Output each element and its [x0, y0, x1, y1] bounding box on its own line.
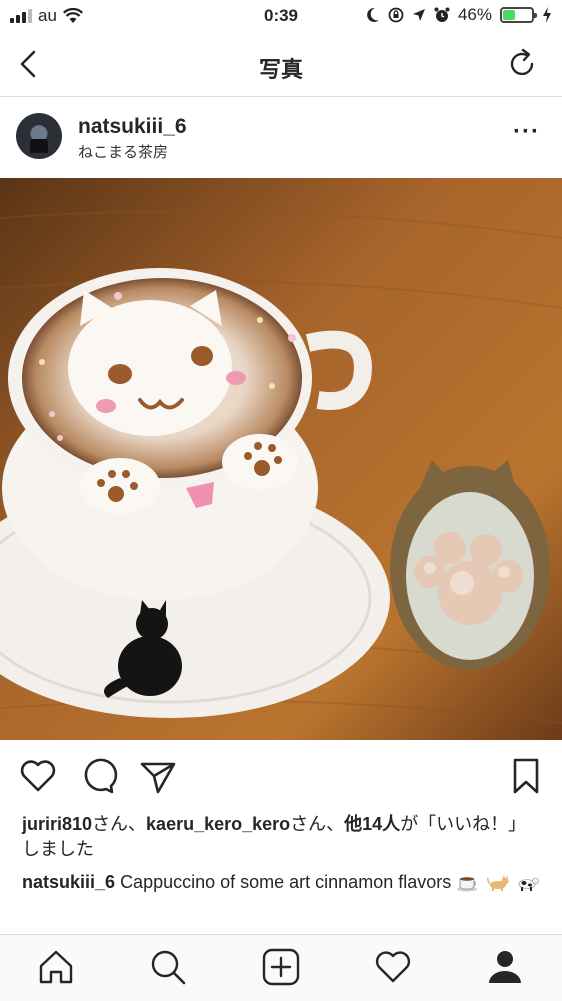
tab-bar — [0, 934, 562, 1001]
activity-heart-icon[interactable] — [373, 947, 413, 987]
location-icon — [412, 9, 425, 21]
page-title: 写真 — [258, 57, 303, 82]
alarm-icon — [434, 7, 450, 22]
likes-others[interactable]: 他14人 — [344, 814, 400, 834]
cow-emoji — [518, 877, 540, 892]
caption: natsukiii_6 Cappuccino of some art cinna… — [22, 870, 542, 895]
moon-icon — [367, 7, 379, 22]
likes-sep-1: さん、 — [92, 814, 147, 834]
liker-2[interactable]: kaeru_kero_kero — [146, 814, 290, 834]
post-location[interactable]: ねこまる茶房 — [78, 141, 168, 162]
share-icon[interactable] — [138, 756, 178, 796]
profile-icon[interactable] — [485, 947, 525, 987]
charging-icon — [543, 7, 551, 23]
avatar[interactable] — [16, 113, 62, 159]
comment-icon[interactable] — [78, 756, 118, 796]
status-right: 46% — [366, 5, 552, 25]
likes-sep-2: さん、 — [290, 814, 345, 834]
refresh-icon[interactable] — [506, 48, 538, 80]
status-bar: au 0:39 46% — [0, 0, 562, 32]
more-icon[interactable]: ··· — [513, 120, 540, 144]
search-icon[interactable] — [148, 947, 188, 987]
battery-percent: 46% — [457, 5, 492, 24]
rotation-lock-icon — [388, 7, 404, 23]
nav-bar: 写真 — [0, 32, 562, 97]
action-bar — [0, 752, 562, 800]
coffee-emoji — [457, 877, 478, 892]
cat-emoji — [487, 875, 509, 892]
post-username[interactable]: natsukiii_6 — [78, 115, 187, 139]
post-photo[interactable] — [0, 178, 562, 740]
caption-text: Cappuccino of some art cinnamon flavors — [120, 872, 452, 892]
battery-icon — [500, 7, 537, 23]
caption-emojis — [456, 874, 540, 892]
add-icon[interactable] — [261, 947, 301, 987]
home-icon[interactable] — [36, 947, 76, 987]
post-header: natsukiii_6 ねこまる茶房 ··· — [0, 97, 562, 177]
caption-username[interactable]: natsukiii_6 — [22, 872, 115, 892]
bookmark-icon[interactable] — [506, 756, 546, 796]
likes-text: juriri810さん、kaeru_kero_keroさん、他14人が「いいね！… — [22, 812, 542, 862]
heart-icon[interactable] — [18, 756, 58, 796]
liker-1[interactable]: juriri810 — [22, 814, 92, 834]
